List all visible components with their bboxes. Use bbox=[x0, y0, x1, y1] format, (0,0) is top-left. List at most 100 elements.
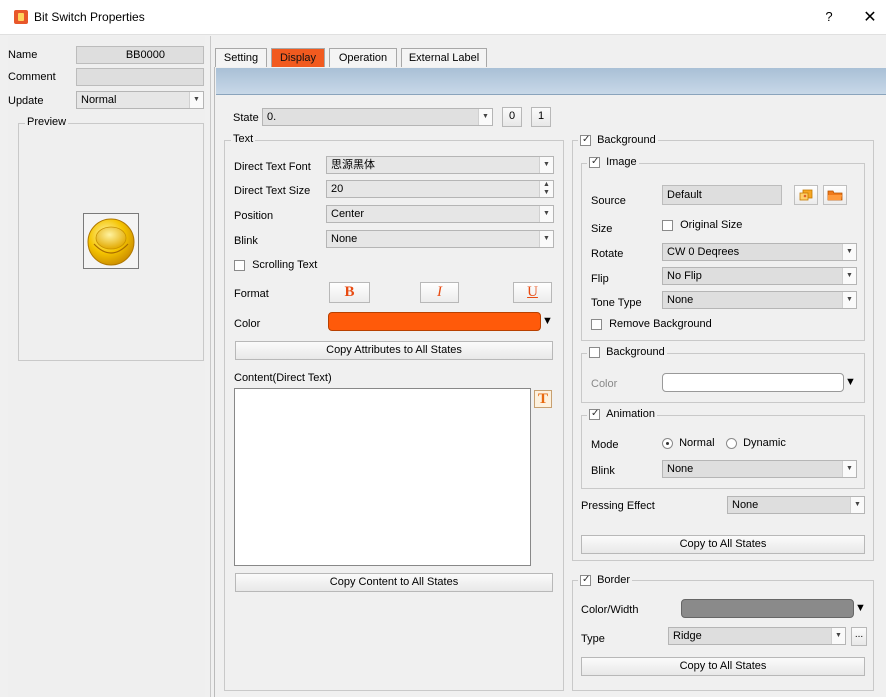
pressing-effect-select[interactable]: None ▼ bbox=[727, 496, 865, 514]
border-checkbox[interactable] bbox=[580, 574, 591, 586]
original-size-row[interactable]: Original Size bbox=[662, 219, 742, 231]
italic-button[interactable]: I bbox=[420, 282, 459, 303]
background-color-title: Background bbox=[606, 346, 665, 358]
chevron-down-icon: ▼ bbox=[850, 497, 864, 513]
source-field[interactable]: Default bbox=[662, 185, 782, 205]
direct-text-size-spinner[interactable]: 20 ▲ ▼ bbox=[326, 180, 554, 198]
flip-value: No Flip bbox=[667, 270, 702, 282]
content-textarea[interactable] bbox=[234, 388, 531, 566]
remove-background-label: Remove Background bbox=[609, 318, 712, 330]
chevron-down-icon: ▼ bbox=[842, 268, 856, 284]
comment-field[interactable] bbox=[76, 68, 204, 86]
flip-select[interactable]: No Flip ▼ bbox=[662, 267, 857, 285]
image-checkbox[interactable] bbox=[589, 156, 600, 168]
border-type-select[interactable]: Ridge ▼ bbox=[668, 627, 846, 645]
scrolling-text-checkbox[interactable] bbox=[234, 259, 245, 271]
tone-type-label: Tone Type bbox=[591, 297, 642, 309]
copy-content-button[interactable]: Copy Content to All States bbox=[235, 573, 553, 592]
bg-color-swatch[interactable] bbox=[662, 373, 844, 392]
blink-value: None bbox=[331, 233, 358, 245]
blink-label: Blink bbox=[234, 235, 258, 247]
animation-blink-select[interactable]: None ▼ bbox=[662, 460, 857, 478]
content-label: Content(Direct Text) bbox=[234, 372, 332, 384]
mode-normal-radio[interactable] bbox=[662, 437, 673, 449]
remove-background-row[interactable]: Remove Background bbox=[591, 318, 712, 330]
tab-operation[interactable]: Operation bbox=[329, 48, 397, 67]
border-color-swatch[interactable] bbox=[681, 599, 854, 618]
window-title: Bit Switch Properties bbox=[34, 10, 145, 24]
state-1-button[interactable]: 1 bbox=[531, 107, 551, 127]
border-type-label: Type bbox=[581, 633, 605, 645]
yellow-button-icon bbox=[87, 218, 135, 266]
name-label: Name bbox=[8, 49, 38, 61]
mode-dynamic-label: Dynamic bbox=[743, 437, 786, 449]
chevron-down-icon: ▼ bbox=[539, 231, 553, 247]
underline-button[interactable]: U bbox=[513, 282, 552, 303]
border-type-value: Ridge bbox=[673, 630, 702, 642]
color-dropdown-icon[interactable]: ▼ bbox=[542, 315, 553, 327]
direct-text-size-value: 20 bbox=[331, 183, 344, 195]
preview-label: Preview bbox=[25, 116, 69, 128]
color-label: Color bbox=[234, 318, 261, 330]
remove-background-checkbox[interactable] bbox=[591, 318, 602, 330]
close-button[interactable]: ✕ bbox=[862, 7, 878, 27]
open-folder-button[interactable] bbox=[823, 185, 847, 205]
background-group-header[interactable]: Background bbox=[578, 134, 658, 146]
chevron-down-icon: ▼ bbox=[478, 109, 492, 125]
format-label: Format bbox=[234, 288, 269, 300]
mode-dynamic-option[interactable]: Dynamic bbox=[726, 437, 786, 449]
panel-divider bbox=[210, 36, 211, 697]
chevron-down-icon: ▼ bbox=[842, 292, 856, 308]
update-select-value: Normal bbox=[81, 94, 117, 106]
state-0-button[interactable]: 0 bbox=[502, 107, 522, 127]
blink-select[interactable]: None ▼ bbox=[326, 230, 554, 248]
image-group-header[interactable]: Image bbox=[587, 156, 639, 168]
bg-copy-to-all-button[interactable]: Copy to All States bbox=[581, 535, 865, 554]
bg-color-dropdown-icon[interactable]: ▼ bbox=[845, 376, 856, 388]
border-copy-to-all-button[interactable]: Copy to All States bbox=[581, 657, 865, 676]
direct-text-font-select[interactable]: 思源黑体 ▼ bbox=[326, 156, 554, 174]
animation-checkbox[interactable] bbox=[589, 408, 600, 420]
border-color-dropdown-icon[interactable]: ▼ bbox=[855, 602, 866, 614]
tab-setting[interactable]: Setting bbox=[215, 48, 267, 67]
picture-icon bbox=[799, 189, 813, 201]
border-more-button[interactable]: ... bbox=[851, 627, 867, 646]
preview-canvas bbox=[83, 213, 139, 269]
text-tool-icon[interactable]: T bbox=[534, 390, 552, 408]
position-select[interactable]: Center ▼ bbox=[326, 205, 554, 223]
chevron-down-icon: ▼ bbox=[842, 461, 856, 477]
scrolling-text-label: Scrolling Text bbox=[252, 259, 318, 271]
animation-blink-value: None bbox=[667, 463, 694, 475]
name-field[interactable]: BB0000 bbox=[76, 46, 204, 64]
tab-external-label[interactable]: External Label bbox=[401, 48, 487, 67]
mode-normal-option[interactable]: Normal bbox=[662, 437, 715, 449]
help-button[interactable]: ? bbox=[822, 9, 836, 24]
mode-dynamic-radio[interactable] bbox=[726, 437, 737, 449]
chevron-down-icon: ▼ bbox=[189, 92, 203, 108]
bold-button[interactable]: B bbox=[329, 282, 370, 303]
tone-type-select[interactable]: None ▼ bbox=[662, 291, 857, 309]
spinner-arrows-icon[interactable]: ▲ ▼ bbox=[539, 181, 553, 197]
animation-header[interactable]: Animation bbox=[587, 408, 657, 420]
original-size-checkbox[interactable] bbox=[662, 219, 673, 231]
scrolling-text-checkbox-row[interactable]: Scrolling Text bbox=[234, 259, 317, 271]
background-checkbox[interactable] bbox=[580, 134, 591, 146]
rotate-select[interactable]: CW 0 Deqrees ▼ bbox=[662, 243, 857, 261]
background-color-header[interactable]: Background bbox=[587, 346, 667, 358]
original-size-label: Original Size bbox=[680, 219, 743, 231]
state-select[interactable]: 0. ▼ bbox=[262, 108, 493, 126]
border-group-header[interactable]: Border bbox=[578, 574, 633, 586]
background-color-checkbox[interactable] bbox=[589, 346, 600, 358]
app-icon bbox=[14, 10, 28, 24]
folder-icon bbox=[827, 190, 843, 201]
copy-attributes-button[interactable]: Copy Attributes to All States bbox=[235, 341, 553, 360]
update-select[interactable]: Normal ▼ bbox=[76, 91, 204, 109]
chevron-down-icon: ▼ bbox=[539, 157, 553, 173]
tab-display[interactable]: Display bbox=[271, 48, 325, 67]
position-value: Center bbox=[331, 208, 365, 220]
state-select-value: 0. bbox=[267, 111, 277, 123]
image-picker-button[interactable] bbox=[794, 185, 818, 205]
text-color-swatch[interactable] bbox=[328, 312, 541, 331]
animation-title: Animation bbox=[606, 408, 655, 420]
size-label: Size bbox=[591, 223, 613, 235]
